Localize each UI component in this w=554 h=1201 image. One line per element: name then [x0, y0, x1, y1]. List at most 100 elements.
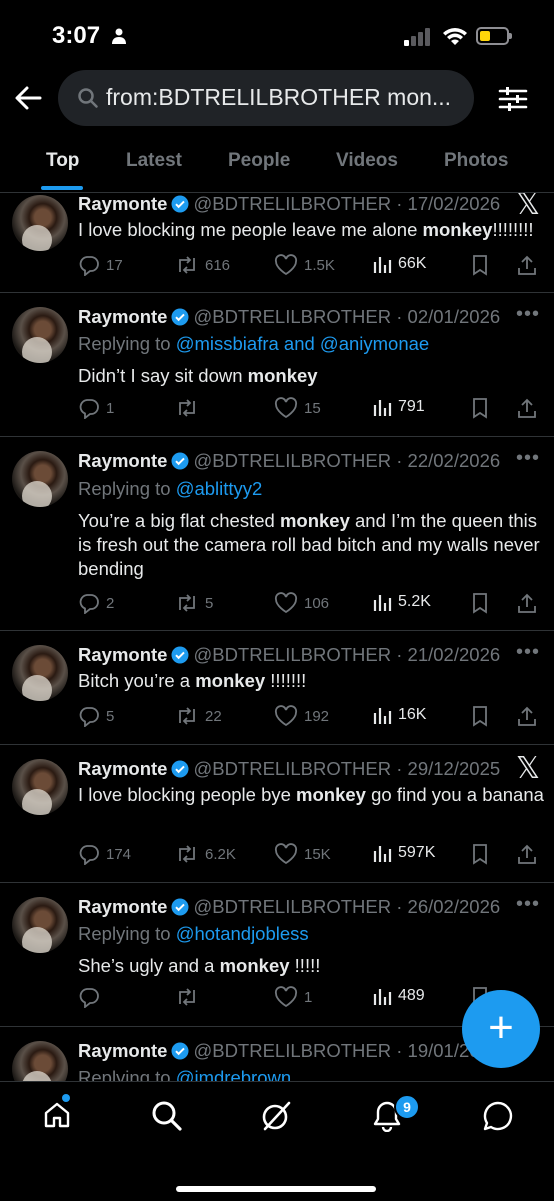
views-button[interactable]: 489 — [372, 986, 425, 1006]
like-button[interactable]: 15K — [274, 843, 331, 865]
more-options-icon[interactable]: ••• — [516, 447, 540, 470]
replying-to: Replying to @ablittyy2 — [78, 478, 263, 499]
like-button[interactable]: 106 — [274, 592, 329, 614]
battery-icon — [476, 27, 512, 45]
author-name[interactable]: Raymonte — [78, 644, 167, 665]
author-name[interactable]: Raymonte — [78, 193, 167, 214]
repost-button[interactable] — [175, 397, 205, 419]
avatar[interactable] — [12, 1041, 68, 1081]
avatar[interactable] — [12, 451, 68, 507]
share-icon[interactable] — [516, 254, 538, 276]
author-handle[interactable]: @BDTRELILBROTHER — [193, 896, 391, 917]
author-handle[interactable]: @BDTRELILBROTHER — [193, 644, 391, 665]
bookmark-icon[interactable] — [470, 843, 490, 865]
messages-icon[interactable] — [482, 1100, 514, 1132]
avatar[interactable] — [12, 897, 68, 953]
tweet-header: Raymonte @BDTRELILBROTHER · 21/02/2026 — [78, 644, 500, 666]
author-handle[interactable]: @BDTRELILBROTHER — [193, 450, 391, 471]
avatar[interactable] — [12, 759, 68, 815]
views-button[interactable]: 16K — [372, 705, 426, 725]
reply-button[interactable]: 1 — [78, 397, 114, 419]
share-icon[interactable] — [516, 397, 538, 419]
tweet-feed[interactable]: Raymonte @BDTRELILBROTHER · 17/02/2026 𝕏 … — [0, 193, 554, 1081]
repost-button[interactable]: 22 — [175, 705, 222, 727]
share-icon[interactable] — [516, 592, 538, 614]
repost-icon — [179, 399, 195, 417]
share-icon[interactable] — [516, 705, 538, 727]
author-name[interactable]: Raymonte — [78, 1040, 167, 1061]
back-arrow-icon[interactable] — [14, 84, 42, 112]
verified-badge-icon — [171, 452, 189, 470]
share-icon[interactable] — [516, 843, 538, 865]
plus-icon: + — [488, 1003, 514, 1052]
replying-to-users[interactable]: @imdrebrown — [176, 1067, 291, 1081]
bookmark-icon[interactable] — [470, 592, 490, 614]
search-input[interactable]: from:BDTRELILBROTHER mon... — [58, 70, 474, 126]
compose-button[interactable]: + — [462, 990, 540, 1068]
tab-people[interactable]: People — [228, 150, 290, 172]
search-tabs: Top Latest People Videos Photos — [0, 130, 554, 193]
avatar[interactable] — [12, 195, 68, 251]
author-handle[interactable]: @BDTRELILBROTHER — [193, 193, 391, 214]
avatar[interactable] — [12, 645, 68, 701]
author-name[interactable]: Raymonte — [78, 450, 167, 471]
home-indicator — [176, 1186, 376, 1192]
author-name[interactable]: Raymonte — [78, 758, 167, 779]
bookmark-icon[interactable] — [470, 397, 490, 419]
like-button[interactable]: 192 — [274, 705, 329, 727]
views-chart-icon — [373, 400, 392, 416]
reply-button[interactable]: 17 — [78, 254, 123, 276]
replying-to-users[interactable]: @hotandjobless — [176, 923, 309, 944]
tab-photos[interactable]: Photos — [444, 150, 508, 172]
repost-button[interactable]: 616 — [175, 254, 230, 276]
verified-badge-icon — [171, 760, 189, 778]
heart-icon — [274, 592, 298, 614]
tweet-actions: 17 616 1.5K 66K — [78, 254, 544, 278]
repost-button[interactable] — [175, 986, 205, 1008]
verified-badge-icon — [171, 646, 189, 664]
like-button[interactable]: 1 — [274, 986, 312, 1008]
bookmark-icon[interactable] — [470, 705, 490, 727]
reply-button[interactable]: 5 — [78, 705, 114, 727]
views-button[interactable]: 791 — [372, 397, 425, 417]
views-button[interactable]: 5.2K — [372, 592, 431, 612]
repost-button[interactable]: 5 — [175, 592, 213, 614]
verified-badge-icon — [171, 898, 189, 916]
more-options-icon[interactable]: ••• — [516, 641, 540, 664]
repost-button[interactable]: 6.2K — [175, 843, 236, 865]
heart-icon — [274, 986, 298, 1008]
search-filters-icon[interactable] — [498, 84, 528, 114]
reply-button[interactable] — [78, 986, 106, 1008]
author-handle[interactable]: @BDTRELILBROTHER — [193, 1040, 391, 1061]
home-icon[interactable] — [42, 1100, 72, 1130]
tweet-actions: 2 5 106 5.2K — [78, 592, 544, 616]
status-bar: 3:07 — [0, 0, 554, 70]
tweet[interactable]: Raymonte @BDTRELILBROTHER · 02/01/2026 ••… — [0, 293, 554, 437]
tweet[interactable]: Raymonte @BDTRELILBROTHER · 29/12/2025 𝕏 … — [0, 745, 554, 883]
more-options-icon[interactable]: ••• — [516, 893, 540, 916]
more-options-icon[interactable]: ••• — [516, 303, 540, 326]
reply-button[interactable]: 174 — [78, 843, 131, 865]
author-name[interactable]: Raymonte — [78, 306, 167, 327]
views-button[interactable]: 597K — [372, 843, 435, 863]
search-icon[interactable] — [151, 1100, 183, 1132]
verified-badge-icon — [171, 308, 189, 326]
author-handle[interactable]: @BDTRELILBROTHER — [193, 306, 391, 327]
author-handle[interactable]: @BDTRELILBROTHER — [193, 758, 391, 779]
tweet[interactable]: Raymonte @BDTRELILBROTHER · 21/02/2026 ••… — [0, 631, 554, 745]
avatar[interactable] — [12, 307, 68, 363]
tweet[interactable]: Raymonte @BDTRELILBROTHER · 22/02/2026 ••… — [0, 437, 554, 631]
grok-icon[interactable] — [260, 1100, 292, 1132]
tab-top[interactable]: Top — [46, 150, 79, 172]
views-button[interactable]: 66K — [372, 254, 426, 274]
tab-videos[interactable]: Videos — [336, 150, 398, 172]
author-name[interactable]: Raymonte — [78, 896, 167, 917]
reply-button[interactable]: 2 — [78, 592, 114, 614]
like-button[interactable]: 1.5K — [274, 254, 335, 276]
tab-latest[interactable]: Latest — [126, 150, 182, 172]
replying-to-users[interactable]: @missbiafra and @aniymonae — [176, 333, 430, 354]
like-button[interactable]: 15 — [274, 397, 321, 419]
replying-to-users[interactable]: @ablittyy2 — [176, 478, 263, 499]
bookmark-icon[interactable] — [470, 254, 490, 276]
tweet[interactable]: Raymonte @BDTRELILBROTHER · 17/02/2026 𝕏 … — [0, 193, 554, 293]
